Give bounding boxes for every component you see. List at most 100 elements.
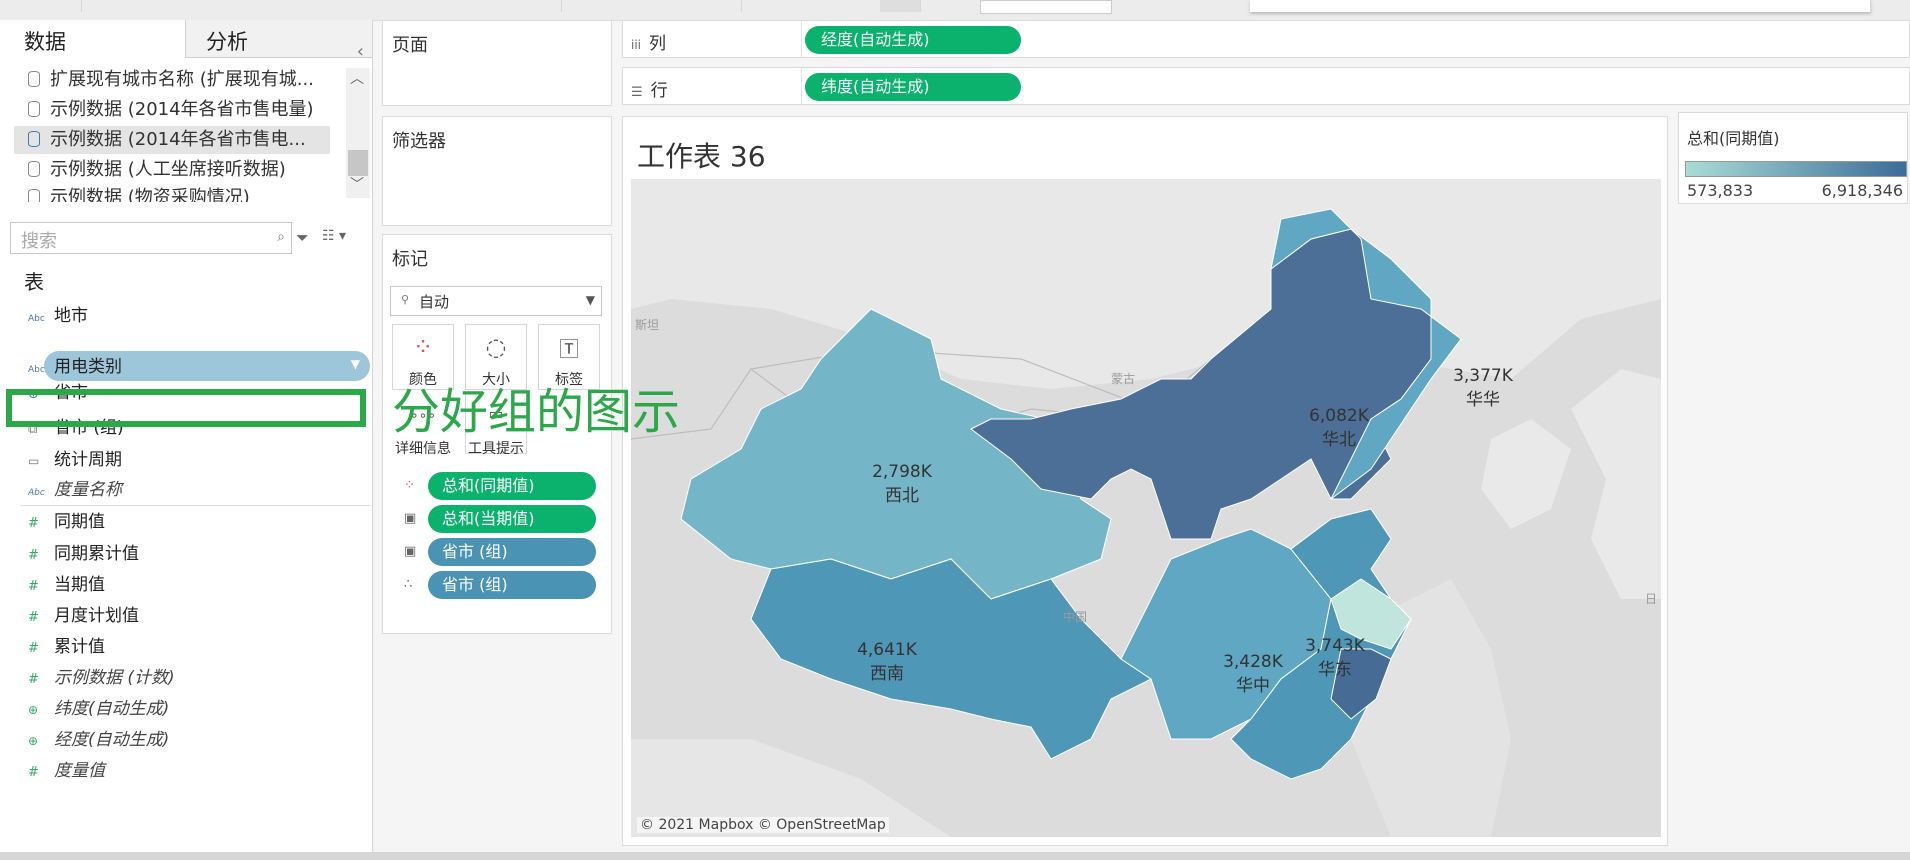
scroll-down-icon[interactable]: ﹀ [350, 174, 364, 194]
field-measure[interactable]: # 示例数据 (计数) [28, 664, 175, 692]
marks-pill[interactable]: 省市 (组) [428, 538, 596, 566]
map-attribution[interactable]: © 2021 Mapbox © OpenStreetMap [637, 817, 889, 833]
number-type-icon: # [28, 672, 39, 687]
datasource-item[interactable]: 示例数据 (2014年各省市售电量) [14, 96, 314, 124]
size-icon: ◌ [485, 333, 507, 361]
search-input[interactable]: 搜索 ⌕ [10, 222, 292, 254]
region-value-label: 6,082K [1309, 406, 1370, 426]
region-value-label: 4,641K [857, 640, 918, 660]
color-dots-icon: ⁘ [404, 478, 415, 493]
map-svg: 斯坦 蒙古 中国 日 2,798K 西北 6,082K 华北 3,377K 华华… [631, 179, 1661, 837]
legend-title: 总和(同期值) [1687, 129, 1780, 148]
rows-label-text: 行 [650, 81, 668, 101]
database-icon [28, 189, 40, 202]
number-type-icon: # [28, 641, 39, 656]
field-measure[interactable]: # 同期值 [28, 508, 105, 536]
data-pane: 数据 分析 ‹ 扩展现有城市名称 (扩展现有城... 示例数据 (2014年各省… [0, 20, 373, 854]
number-type-icon: # [28, 548, 39, 563]
field-label: 用电类别 [54, 357, 122, 377]
region-name-label: 西北 [885, 486, 919, 506]
text-label-icon: ▣ [404, 511, 417, 526]
datasource-item[interactable]: 扩展现有城市名称 (扩展现有城... [14, 66, 314, 94]
rows-pill[interactable]: 纬度(自动生成) [805, 73, 1021, 101]
scroll-thumb[interactable] [348, 150, 368, 176]
region-value-label: 3,377K [1453, 366, 1514, 386]
color-legend[interactable]: 总和(同期值) 573,833 6,918,346 [1678, 112, 1908, 204]
scroll-up-icon[interactable]: ︿ [350, 68, 364, 88]
string-type-icon: Abc [28, 488, 45, 498]
field-label: 同期值 [54, 512, 105, 532]
number-type-icon: # [28, 579, 39, 594]
field-dimension[interactable]: ▭ 统计周期 [28, 446, 122, 474]
top-toolbar-strip [0, 0, 1910, 21]
region-value-label: 2,798K [872, 462, 933, 482]
field-dimension[interactable]: Abc 地市 [28, 302, 88, 330]
field-label: 同期累计值 [54, 544, 139, 564]
datasource-item[interactable]: 示例数据 (人工坐席接听数据) [14, 156, 286, 184]
columns-shelf[interactable]: iii 列 经度(自动生成) [622, 20, 1910, 58]
field-label: 累计值 [54, 637, 105, 657]
pages-card[interactable]: 页面 [382, 20, 612, 106]
rows-icon: ☰ [631, 85, 643, 100]
dropdown-arrow-icon[interactable]: ▼ [351, 357, 360, 371]
field-measure[interactable]: # 当期值 [28, 571, 105, 599]
toolbar-tab[interactable] [880, 0, 921, 12]
field-dimension-selected[interactable]: Abc 用电类别 [28, 353, 122, 381]
worksheet-view: 工作表 36 斯坦 蒙古 中国 日 2,798K 西北 6,082K 华北 3,… [622, 116, 1668, 846]
search-placeholder: 搜索 [21, 231, 57, 252]
marks-pill[interactable]: 总和(同期值) [428, 472, 596, 500]
search-icon[interactable]: ⌕ [277, 229, 285, 245]
number-type-icon: # [28, 516, 39, 531]
field-label: 度量名称 [54, 480, 122, 500]
field-measure[interactable]: # 月度计划值 [28, 602, 139, 630]
map-canvas[interactable]: 斯坦 蒙古 中国 日 2,798K 西北 6,082K 华北 3,377K 华华… [631, 179, 1661, 837]
field-label: 月度计划值 [54, 606, 139, 626]
datasource-item-selected[interactable]: 示例数据 (2014年各省市售电... [14, 126, 330, 154]
field-measure[interactable]: # 同期累计值 [28, 540, 139, 568]
marks-pill[interactable]: 省市 (组) [428, 571, 596, 599]
sheet-title[interactable]: 工作表 36 [637, 135, 766, 175]
color-palette-icon: ⁘ [412, 333, 434, 361]
tab-data[interactable]: 数据 [0, 20, 185, 58]
field-label: 纬度(自动生成) [54, 699, 170, 719]
filter-icon[interactable]: ⏷ [296, 228, 309, 248]
toolbar-field[interactable] [980, 0, 1112, 14]
shelf-divider [801, 68, 802, 104]
tab-analysis-label: 分析 [206, 30, 248, 54]
datasource-item[interactable]: 示例数据 (物资采购情况) [14, 186, 250, 202]
region-name-label: 华中 [1236, 676, 1270, 696]
field-dimension[interactable]: Abc 度量名称 [28, 476, 122, 504]
field-measure[interactable]: ⊕ 纬度(自动生成) [28, 695, 169, 723]
columns-pill[interactable]: 经度(自动生成) [805, 26, 1021, 54]
filters-card-title: 筛选器 [392, 131, 446, 152]
number-type-icon: # [28, 765, 39, 780]
tab-analysis[interactable]: 分析 ‹ [185, 20, 372, 62]
marks-pill[interactable]: 总和(当期值) [428, 505, 596, 533]
globe-icon: ⊕ [28, 703, 39, 717]
field-label: 示例数据 (计数) [54, 668, 175, 688]
legend-max: 6,918,346 [1821, 181, 1903, 200]
rows-shelf[interactable]: ☰ 行 纬度(自动生成) [622, 67, 1910, 105]
globe-icon: ⊕ [28, 734, 39, 748]
dropdown-arrow-icon[interactable]: ▼ [586, 293, 595, 307]
shelf-divider [801, 21, 802, 57]
calendar-icon: ▭ [28, 454, 40, 468]
region-name-label: 华东 [1318, 660, 1352, 680]
database-icon [28, 161, 40, 177]
datasource-scrollbar[interactable]: ︿ ﹀ [346, 68, 370, 198]
table-header: 表 [24, 270, 44, 294]
base-map-label: 蒙古 [1111, 371, 1135, 386]
text-label-icon: 🅃 [559, 337, 579, 361]
field-measure[interactable]: # 累计值 [28, 633, 105, 661]
database-active-icon [28, 131, 40, 147]
field-measure[interactable]: # 度量值 [28, 757, 105, 785]
mark-type-dropdown[interactable]: ⚲ 自动 ▼ [390, 286, 602, 316]
filters-card[interactable]: 筛选器 [382, 116, 612, 226]
datasource-label: 示例数据 (人工坐席接听数据) [50, 159, 286, 180]
field-measure[interactable]: ⊕ 经度(自动生成) [28, 726, 169, 754]
view-options-icon[interactable]: ☷ ▾ [322, 228, 346, 244]
region-value-label: 3,428K [1223, 652, 1284, 672]
field-label: 经度(自动生成) [54, 730, 170, 750]
database-icon [28, 101, 40, 117]
datasource-label: 扩展现有城市名称 (扩展现有城... [50, 69, 314, 90]
